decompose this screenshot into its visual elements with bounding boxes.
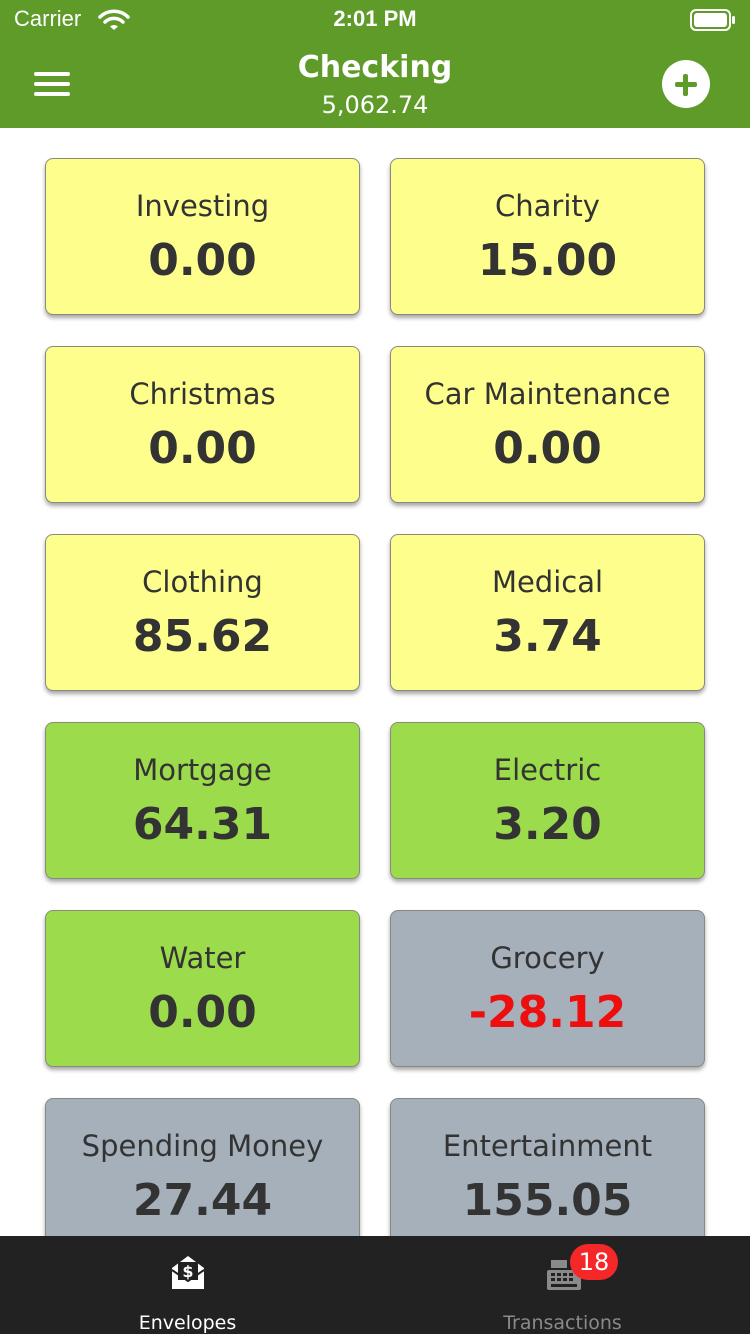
envelope-amount: 3.74 <box>493 611 602 662</box>
envelope-name: Grocery <box>490 941 605 975</box>
envelope-amount: 0.00 <box>493 423 602 474</box>
envelope-name: Spending Money <box>81 1129 324 1163</box>
battery-icon <box>690 9 735 31</box>
account-title: Checking <box>297 50 453 85</box>
envelope-name: Water <box>159 941 246 975</box>
add-button[interactable] <box>662 60 710 108</box>
envelope-amount: -28.12 <box>468 987 627 1038</box>
envelope-amount: 64.31 <box>132 799 273 850</box>
tab-envelopes[interactable]: $ Envelopes <box>0 1236 375 1334</box>
envelope-amount: 0.00 <box>148 987 257 1038</box>
envelope-card[interactable]: Grocery -28.12 <box>390 910 705 1067</box>
envelope-name: Entertainment <box>442 1129 653 1163</box>
envelope-card[interactable]: Investing 0.00 <box>45 158 360 315</box>
envelope-amount: 27.44 <box>132 1175 273 1226</box>
envelope-name: Mortgage <box>133 753 272 787</box>
tab-transactions[interactable]: 18 Transactions <box>375 1236 750 1334</box>
envelope-name: Clothing <box>142 565 263 599</box>
envelope-amount: 3.20 <box>493 799 602 850</box>
transactions-badge: 18 <box>570 1244 618 1280</box>
envelope-name: Car Maintenance <box>424 377 671 411</box>
envelope-dollar-icon: $ <box>171 1256 205 1289</box>
status-bar: Carrier 2:01 PM <box>0 0 750 40</box>
envelope-card[interactable]: Electric 3.20 <box>390 722 705 879</box>
tab-bar: $ Envelopes 18 Transactions <box>0 1236 750 1334</box>
envelope-name: Electric <box>493 753 602 787</box>
envelope-amount: 85.62 <box>132 611 273 662</box>
tab-transactions-label: Transactions <box>503 1312 622 1334</box>
envelope-name: Christmas <box>129 377 276 411</box>
envelope-amount: 0.00 <box>148 235 257 286</box>
envelope-card[interactable]: Water 0.00 <box>45 910 360 1067</box>
envelope-amount: 0.00 <box>148 423 257 474</box>
status-time: 2:01 PM <box>333 6 417 31</box>
envelope-card[interactable]: Mortgage 64.31 <box>45 722 360 879</box>
envelope-name: Medical <box>491 565 604 599</box>
envelope-name: Charity <box>495 189 600 223</box>
envelope-card[interactable]: Charity 15.00 <box>390 158 705 315</box>
nav-bar: Checking 5,062.74 <box>0 40 750 128</box>
tab-envelopes-label: Envelopes <box>138 1312 237 1334</box>
envelopes-scroll-view[interactable]: Investing 0.00 Charity 15.00 Christmas 0.00 Ca… <box>0 128 750 1236</box>
account-balance: 5,062.74 <box>321 91 429 119</box>
envelope-name: Investing <box>135 189 270 223</box>
envelope-card[interactable]: Entertainment 155.05 <box>390 1098 705 1236</box>
envelope-card[interactable]: Christmas 0.00 <box>45 346 360 503</box>
envelope-card[interactable]: Spending Money 27.44 <box>45 1098 360 1236</box>
envelope-amount: 155.05 <box>462 1175 633 1226</box>
envelope-amount: 15.00 <box>477 235 618 286</box>
envelope-card[interactable]: Car Maintenance 0.00 <box>390 346 705 503</box>
envelope-card[interactable]: Clothing 85.62 <box>45 534 360 691</box>
envelope-card[interactable]: Medical 3.74 <box>390 534 705 691</box>
envelopes-grid: Investing 0.00 Charity 15.00 Christmas 0.00 Ca… <box>45 158 705 1236</box>
